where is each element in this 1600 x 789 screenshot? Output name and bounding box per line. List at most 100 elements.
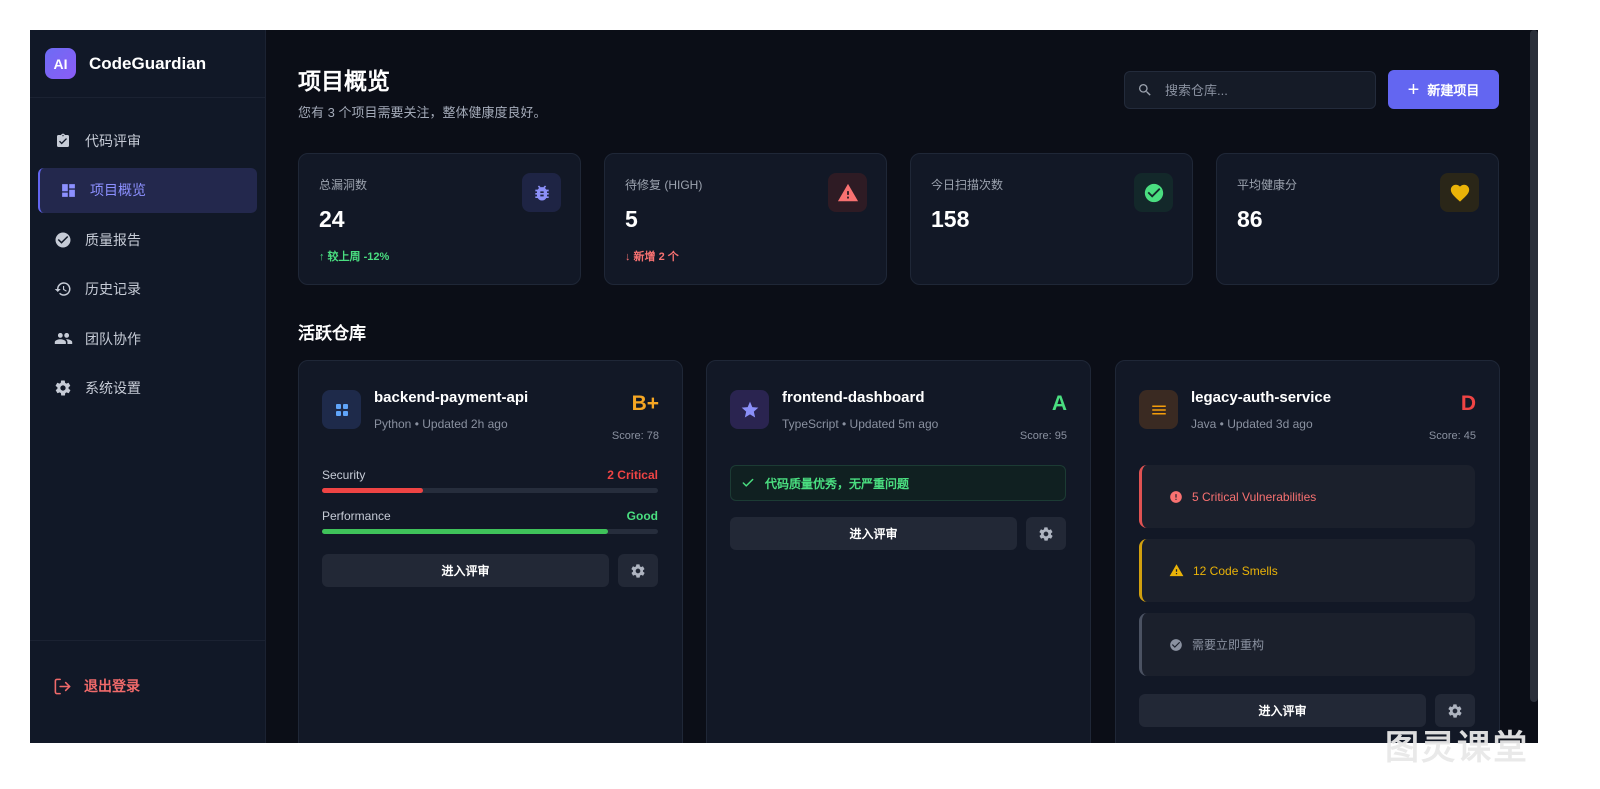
warning-icon: [1169, 563, 1184, 578]
search-box: [1124, 71, 1376, 109]
stat-label: 待修复 (HIGH): [625, 178, 703, 192]
logout-icon: [53, 677, 72, 696]
repo-score: Score: 78: [611, 430, 659, 442]
metric-label: Security: [322, 468, 366, 482]
page-title: 项目概览: [298, 68, 390, 94]
check-icon: [741, 476, 755, 490]
stat-value: 86: [1237, 206, 1263, 232]
plus-icon: +: [1407, 78, 1420, 101]
stat-value: 24: [319, 206, 345, 232]
issue-text: 5 Critical Vulnerabilities: [1192, 489, 1317, 504]
sidebar-footer: 退出登录: [30, 640, 265, 743]
issue-text: 需要立即重构: [1192, 638, 1265, 652]
page-subtitle: 您有 3 个项目需要关注，整体健康度良好。: [298, 105, 547, 120]
metric-value: 2 Critical: [607, 468, 658, 482]
search-icon: [1137, 82, 1153, 98]
brand[interactable]: AI CodeGuardian: [30, 30, 265, 98]
metric-value: Good: [626, 509, 658, 523]
banner-text: 代码质量优秀，无严重问题: [765, 476, 910, 491]
people-icon: [53, 329, 73, 349]
repo-meta: Java • Updated 3d ago: [1191, 417, 1313, 431]
repo-score: Score: 95: [1019, 430, 1067, 442]
repo-name[interactable]: backend-payment-api: [374, 389, 528, 406]
dashboard-icon: [58, 180, 78, 200]
quality-ok-banner: 代码质量优秀，无严重问题: [730, 465, 1066, 501]
sidebar-item-code-review[interactable]: 代码评审: [38, 118, 257, 163]
stat-card-scans-today: 今日扫描次数 158: [910, 153, 1193, 285]
enter-review-button[interactable]: 进入评审: [730, 517, 1017, 550]
repo-grade: B+: [631, 392, 659, 415]
sidebar: AI CodeGuardian 代码评审 项目概览 质量报告 历史记录 团队协作…: [30, 30, 266, 743]
warning-icon: [828, 173, 867, 212]
stat-label: 今日扫描次数: [931, 178, 1004, 192]
scrollbar[interactable]: [1530, 30, 1538, 702]
sidebar-nav: 代码评审 项目概览 质量报告 历史记录 团队协作 系统设置: [30, 98, 265, 411]
brand-name: CodeGuardian: [89, 53, 207, 73]
repo-settings-button[interactable]: [1026, 517, 1066, 550]
progress-track: [322, 488, 658, 493]
repo-card-legacy-auth-service: legacy-auth-service Java • Updated 3d ag…: [1115, 360, 1500, 743]
sidebar-item-label: 代码评审: [85, 132, 141, 149]
logout-button[interactable]: 退出登录: [53, 676, 140, 696]
brand-logo: AI: [45, 48, 76, 79]
repo-name[interactable]: frontend-dashboard: [782, 389, 925, 406]
sidebar-item-label: 历史记录: [85, 281, 141, 298]
metric-security: Security 2 Critical: [322, 468, 658, 493]
issue-code-smells[interactable]: 12 Code Smells: [1139, 539, 1475, 602]
sidebar-item-overview[interactable]: 项目概览: [38, 167, 257, 213]
progress-fill: [322, 529, 608, 534]
stat-card-high-pending: 待修复 (HIGH) 5 ↓ 新增 2 个: [604, 153, 887, 285]
repo-meta: Python • Updated 2h ago: [374, 417, 508, 431]
check-circle-icon: [1169, 638, 1183, 652]
gear-icon: [53, 378, 73, 398]
error-icon: [1169, 490, 1183, 504]
new-project-button[interactable]: + 新建项目: [1388, 70, 1499, 109]
heart-icon: [1440, 173, 1479, 212]
stat-trend: ↑ 较上周 -12%: [319, 251, 390, 263]
check-circle-icon: [1134, 173, 1173, 212]
repo-card-frontend-dashboard: frontend-dashboard TypeScript • Updated …: [706, 360, 1091, 743]
grid-icon: [322, 390, 361, 429]
check-circle-icon: [53, 230, 73, 250]
stat-label: 平均健康分: [1237, 178, 1298, 192]
new-project-label: 新建项目: [1427, 83, 1480, 98]
repo-settings-button[interactable]: [618, 554, 658, 587]
enter-review-button[interactable]: 进入评审: [322, 554, 609, 587]
repo-meta: TypeScript • Updated 5m ago: [782, 417, 939, 431]
section-title: 活跃仓库: [298, 324, 366, 343]
app-window: AI CodeGuardian 代码评审 项目概览 质量报告 历史记录 团队协作…: [30, 30, 1538, 743]
repo-card-backend-payment-api: backend-payment-api Python • Updated 2h …: [298, 360, 683, 743]
gear-icon: [631, 563, 645, 578]
sidebar-item-label: 项目概览: [90, 182, 146, 199]
issue-text: 12 Code Smells: [1193, 563, 1278, 578]
stat-label: 总漏洞数: [319, 178, 368, 192]
issue-refactor[interactable]: 需要立即重构: [1139, 613, 1475, 676]
metric-performance: Performance Good: [322, 509, 658, 534]
sidebar-item-quality-report[interactable]: 质量报告: [38, 217, 257, 262]
repo-grade: A: [1051, 392, 1067, 415]
stat-trend: ↓ 新增 2 个: [625, 251, 679, 263]
stat-value: 5: [625, 206, 638, 232]
sidebar-item-team[interactable]: 团队协作: [38, 316, 257, 361]
clipboard-check-icon: [53, 131, 73, 151]
repo-score: Score: 45: [1428, 430, 1476, 442]
watermark: 图灵课堂: [1385, 729, 1529, 767]
sidebar-item-label: 系统设置: [85, 380, 141, 397]
menu-icon: [1139, 390, 1178, 429]
stat-card-total-vulns: 总漏洞数 24 ↑ 较上周 -12%: [298, 153, 581, 285]
issue-critical[interactable]: 5 Critical Vulnerabilities: [1139, 465, 1475, 528]
repo-grade: D: [1460, 392, 1476, 415]
bug-icon: [522, 173, 561, 212]
repo-name[interactable]: legacy-auth-service: [1191, 389, 1331, 406]
stat-value: 158: [931, 206, 970, 232]
progress-track: [322, 529, 658, 534]
gear-icon: [1039, 526, 1053, 541]
sidebar-item-label: 团队协作: [85, 330, 141, 347]
enter-review-button[interactable]: 进入评审: [1139, 694, 1426, 727]
sidebar-item-history[interactable]: 历史记录: [38, 267, 257, 312]
main-content: 项目概览 您有 3 个项目需要关注，整体健康度良好。 + 新建项目 总漏洞数 2…: [266, 30, 1538, 743]
metric-label: Performance: [322, 509, 391, 523]
stat-card-avg-health: 平均健康分 86: [1216, 153, 1499, 285]
sidebar-item-settings[interactable]: 系统设置: [38, 366, 257, 411]
search-input[interactable]: [1163, 81, 1357, 99]
